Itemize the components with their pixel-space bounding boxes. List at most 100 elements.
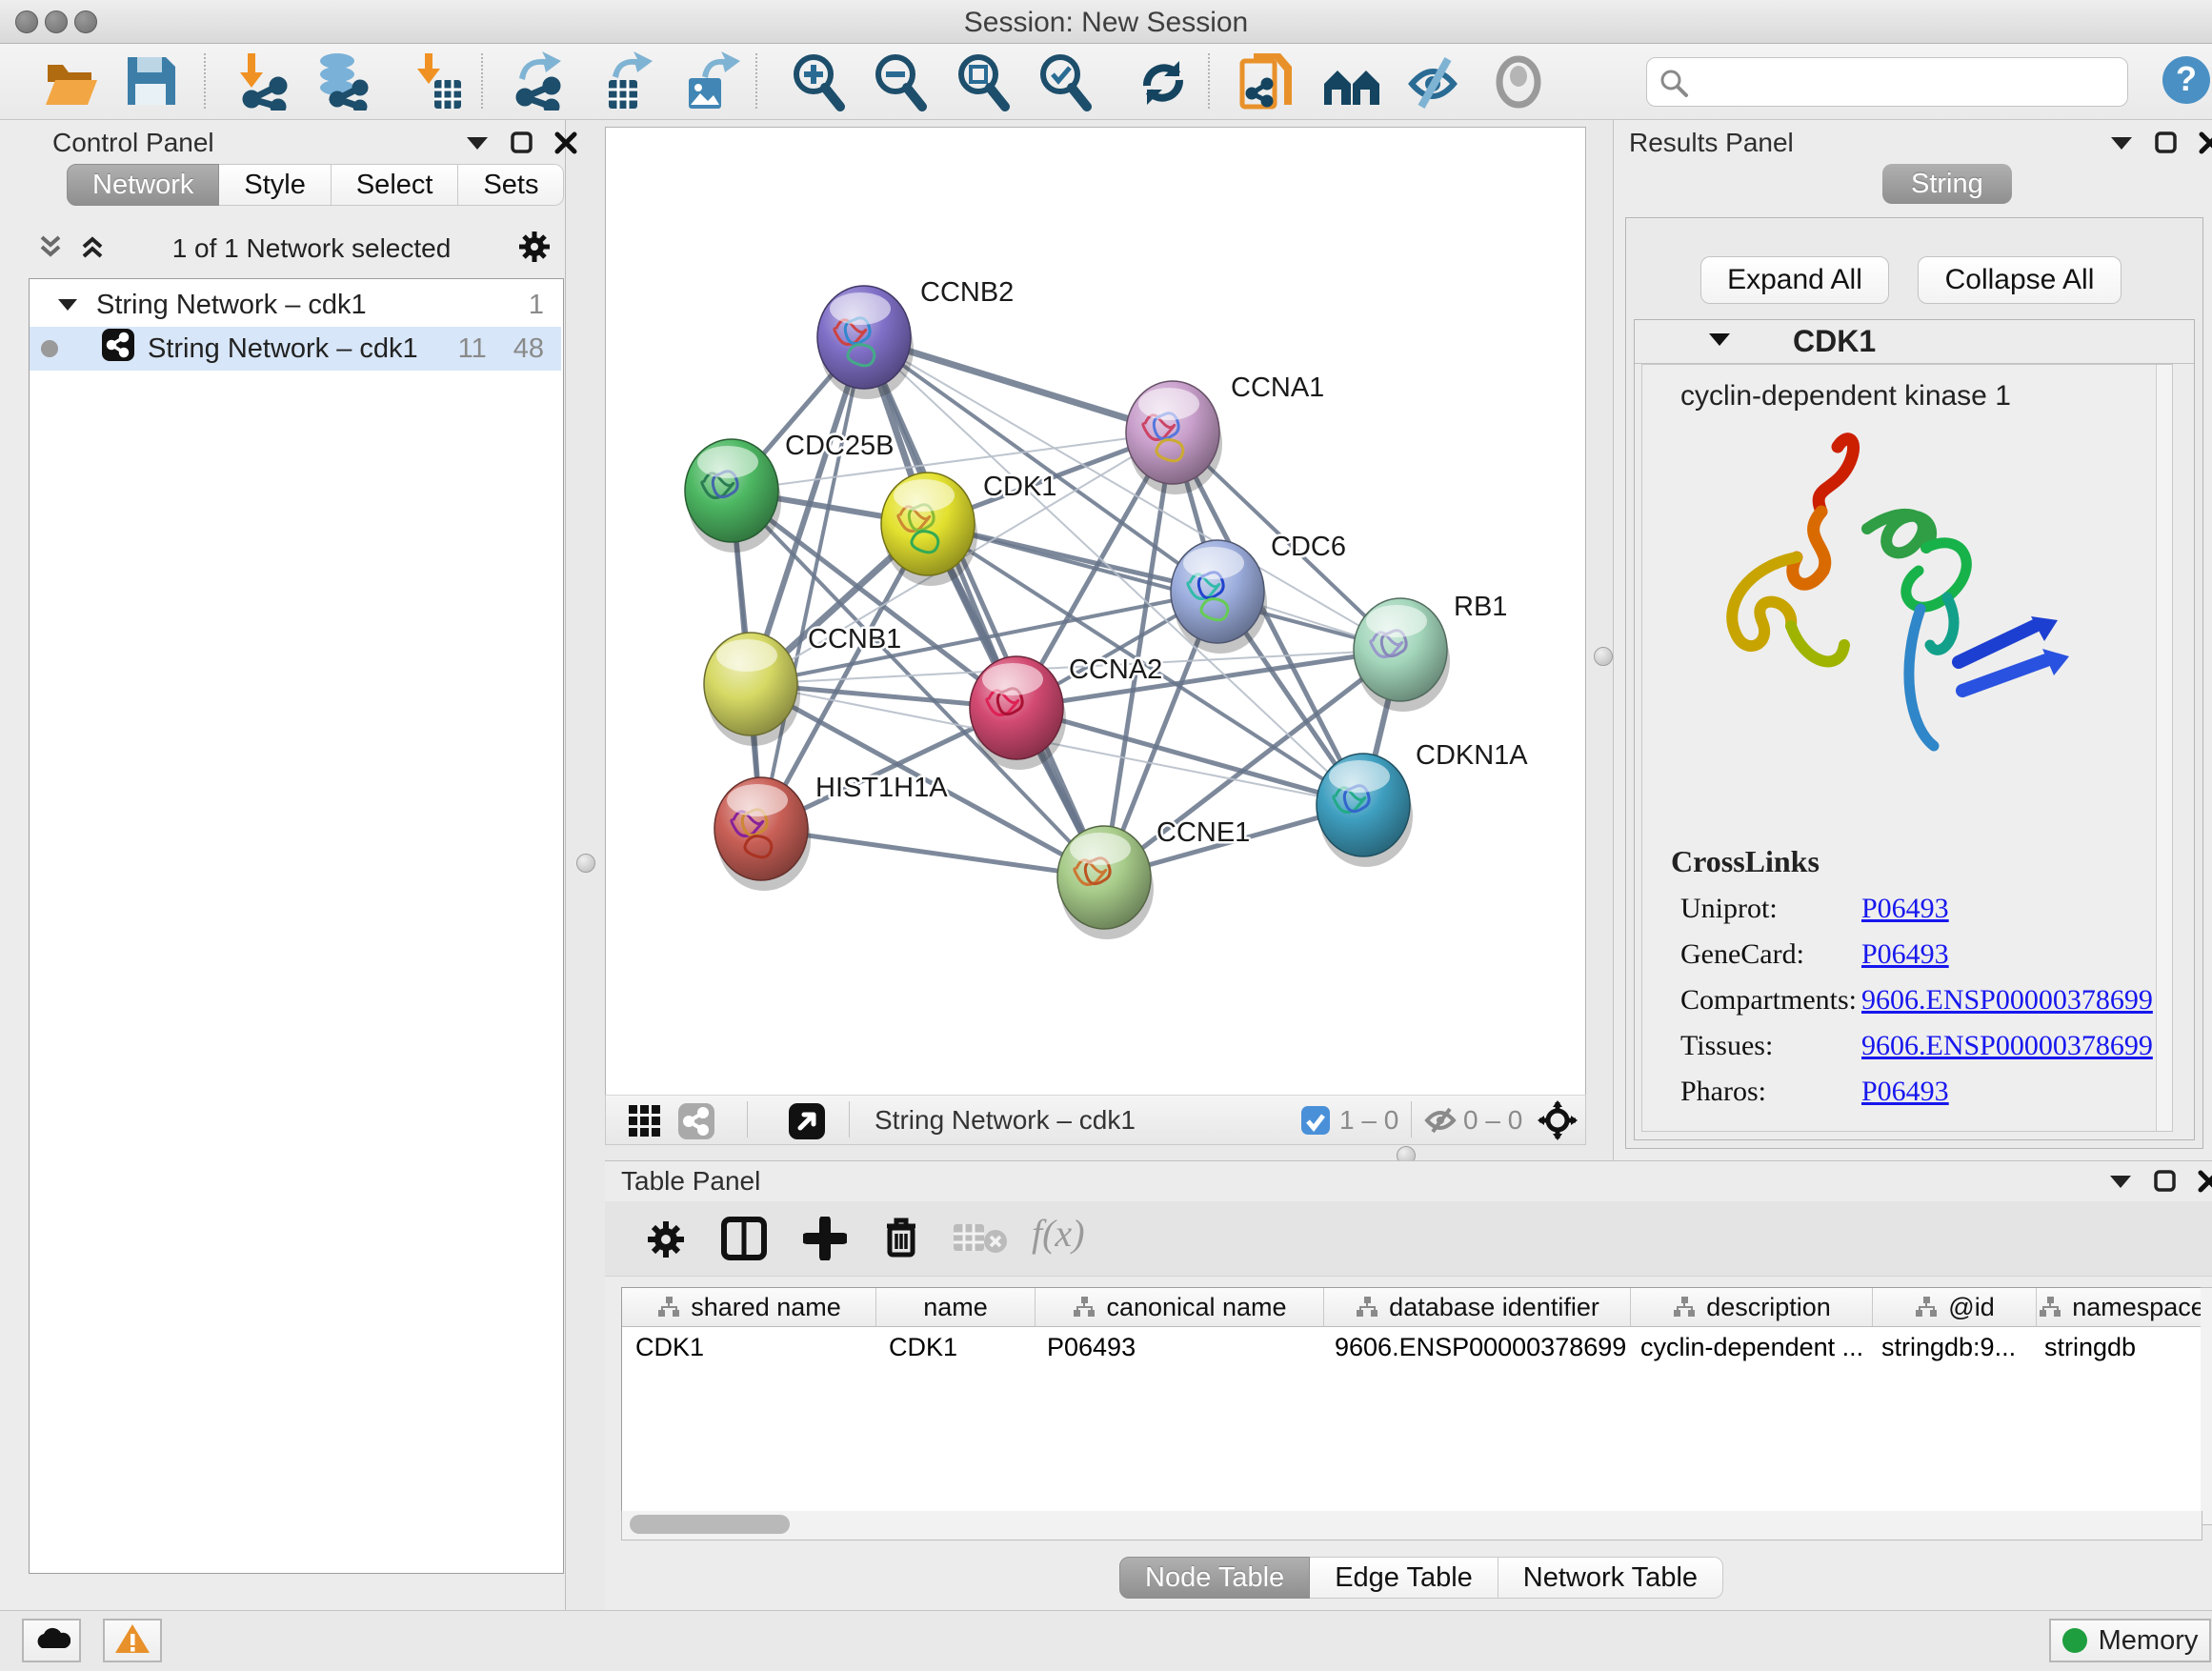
first-neighbors-icon[interactable] bbox=[1320, 51, 1377, 111]
right-splitter-grip[interactable] bbox=[1594, 647, 1613, 666]
refresh-layout-icon[interactable] bbox=[1134, 51, 1191, 111]
zoom-in-icon[interactable] bbox=[789, 51, 846, 111]
results-collapse-icon[interactable] bbox=[2109, 133, 2134, 157]
expand-all-networks-icon[interactable] bbox=[78, 232, 107, 267]
protein-description: cyclin-dependent kinase 1 bbox=[1680, 380, 2172, 413]
zoom-selected-icon[interactable] bbox=[1036, 51, 1093, 111]
cell-4[interactable]: cyclin-dependent ... bbox=[1627, 1327, 1868, 1367]
node-RB1[interactable] bbox=[1354, 598, 1450, 712]
table-close-icon[interactable] bbox=[2198, 1170, 2212, 1198]
cell-0[interactable]: CDK1 bbox=[622, 1327, 875, 1367]
export-network-icon[interactable] bbox=[510, 51, 567, 111]
crosslink-link[interactable]: P06493 bbox=[1861, 1076, 1949, 1108]
tab-select[interactable]: Select bbox=[332, 164, 459, 206]
pan-crosshair-icon[interactable] bbox=[1538, 1100, 1578, 1145]
cdk1-collapse-icon[interactable] bbox=[1707, 330, 1732, 353]
column-header-description[interactable]: description bbox=[1631, 1288, 1873, 1326]
selected-checkbox-icon[interactable] bbox=[1301, 1106, 1330, 1139]
import-network-icon[interactable] bbox=[231, 51, 288, 111]
panel-float-icon[interactable] bbox=[511, 131, 533, 159]
results-float-icon[interactable] bbox=[2155, 131, 2178, 159]
cloud-status-button[interactable] bbox=[22, 1619, 81, 1662]
expand-all-button[interactable]: Expand All bbox=[1700, 256, 1889, 304]
results-close-icon[interactable] bbox=[2199, 131, 2212, 159]
network-options-gear-icon[interactable] bbox=[516, 229, 553, 270]
collection-expand-icon[interactable] bbox=[56, 290, 79, 321]
tab-network-table[interactable]: Network Table bbox=[1498, 1557, 1723, 1599]
table-float-icon[interactable] bbox=[2154, 1170, 2177, 1198]
network-canvas[interactable]: CCNB2CCNA1CDC25BCDK1CDC6RB1CCNB1CCNA2CDK… bbox=[605, 127, 1586, 1096]
left-splitter-grip[interactable] bbox=[576, 854, 595, 873]
search-input[interactable] bbox=[1646, 57, 2128, 107]
cell-5[interactable]: stringdb:9... bbox=[1868, 1327, 2031, 1367]
cell-1[interactable]: CDK1 bbox=[875, 1327, 1034, 1367]
column-header-shared-name[interactable]: shared name bbox=[622, 1288, 876, 1326]
column-header-canonical-name[interactable]: canonical name bbox=[1036, 1288, 1324, 1326]
results-vertical-scrollbar[interactable] bbox=[2156, 365, 2172, 1131]
node-CDC6[interactable] bbox=[1171, 540, 1267, 654]
save-session-icon[interactable] bbox=[122, 51, 179, 111]
show-column-panel-icon[interactable] bbox=[721, 1217, 767, 1265]
column-header-database-identifier[interactable]: database identifier bbox=[1324, 1288, 1631, 1326]
column-header-name[interactable]: name bbox=[876, 1288, 1036, 1326]
collapse-all-button[interactable]: Collapse All bbox=[1918, 256, 2122, 304]
node-CCNE1[interactable] bbox=[1057, 826, 1154, 939]
node-CDK1[interactable] bbox=[881, 473, 977, 586]
table-collapse-icon[interactable] bbox=[2108, 1172, 2133, 1196]
crosslink-link[interactable]: 9606.ENSP00000378699 bbox=[1861, 1030, 2153, 1062]
collapse-all-networks-icon[interactable] bbox=[36, 232, 65, 267]
panel-collapse-icon[interactable] bbox=[465, 133, 490, 157]
table-row[interactable]: CDK1CDK1P064939606.ENSP00000378699cyclin… bbox=[622, 1327, 2202, 1367]
cell-3[interactable]: 9606.ENSP00000378699 bbox=[1321, 1327, 1627, 1367]
node-CCNB1[interactable] bbox=[704, 633, 800, 746]
export-table-icon[interactable] bbox=[599, 51, 656, 111]
import-database-icon[interactable] bbox=[311, 51, 368, 111]
birdseye-grid-icon[interactable] bbox=[627, 1103, 663, 1144]
crosslink-link[interactable]: P06493 bbox=[1861, 938, 1949, 971]
node-CCNB2[interactable] bbox=[817, 286, 914, 399]
crosslink-link[interactable]: P06493 bbox=[1861, 893, 1949, 925]
show-all-icon[interactable] bbox=[1492, 51, 1549, 111]
column-header-namespace[interactable]: namespace bbox=[2037, 1288, 2207, 1326]
tab-edge-table[interactable]: Edge Table bbox=[1310, 1557, 1498, 1599]
zoom-fit-icon[interactable] bbox=[954, 51, 1011, 111]
scrollbar-thumb[interactable] bbox=[630, 1515, 790, 1534]
cell-2[interactable]: P06493 bbox=[1034, 1327, 1321, 1367]
add-column-icon[interactable] bbox=[803, 1217, 847, 1265]
warnings-button[interactable] bbox=[103, 1619, 162, 1662]
network-row-selected[interactable]: String Network – cdk1 11 48 bbox=[30, 327, 561, 371]
tab-style[interactable]: Style bbox=[219, 164, 331, 206]
table-header-row: shared namenamecanonical namedatabase id… bbox=[622, 1288, 2202, 1327]
tab-network[interactable]: Network bbox=[67, 164, 219, 206]
crosslink-link[interactable]: 9606.ENSP00000378699 bbox=[1861, 984, 2153, 1017]
tab-sets[interactable]: Sets bbox=[458, 164, 564, 206]
import-table-icon[interactable] bbox=[408, 51, 465, 111]
column-header--id[interactable]: @id bbox=[1873, 1288, 2037, 1326]
open-in-window-icon[interactable] bbox=[789, 1103, 825, 1144]
delete-column-icon[interactable] bbox=[879, 1215, 923, 1265]
network-attribute-icon bbox=[1914, 1295, 1939, 1319]
hide-selected-icon[interactable] bbox=[1404, 51, 1461, 111]
edge-CCNB2-HIST1H1A[interactable] bbox=[761, 337, 864, 829]
node-HIST1H1A[interactable] bbox=[714, 777, 811, 891]
export-image-icon[interactable] bbox=[681, 51, 738, 111]
cell-6[interactable]: stringdb bbox=[2031, 1327, 2201, 1367]
tab-node-table[interactable]: Node Table bbox=[1119, 1557, 1310, 1599]
table-vertical-scrollbar[interactable] bbox=[2201, 1287, 2212, 1525]
help-icon[interactable]: ? bbox=[2161, 54, 2212, 113]
new-network-from-selection-icon[interactable] bbox=[1238, 51, 1296, 111]
tab-string[interactable]: String bbox=[1882, 164, 2012, 204]
node-CCNA1[interactable] bbox=[1126, 381, 1222, 494]
zoom-out-icon[interactable] bbox=[871, 51, 928, 111]
node-CDKN1A[interactable] bbox=[1317, 754, 1413, 867]
node-CDC25B[interactable] bbox=[685, 439, 781, 553]
edge-HIST1H1A-CCNE1[interactable] bbox=[761, 829, 1104, 877]
table-settings-gear-icon[interactable] bbox=[645, 1218, 687, 1265]
crosslink-label: Tissues: bbox=[1680, 1030, 1861, 1062]
network-collection-row[interactable]: String Network – cdk1 1 bbox=[30, 283, 561, 327]
cdk1-section-header[interactable]: CDK1 bbox=[1635, 320, 2194, 364]
table-horizontal-scrollbar[interactable] bbox=[621, 1511, 2202, 1540]
memory-button[interactable]: Memory bbox=[2049, 1619, 2211, 1662]
panel-close-icon[interactable] bbox=[554, 131, 577, 159]
open-session-icon[interactable] bbox=[42, 51, 99, 111]
